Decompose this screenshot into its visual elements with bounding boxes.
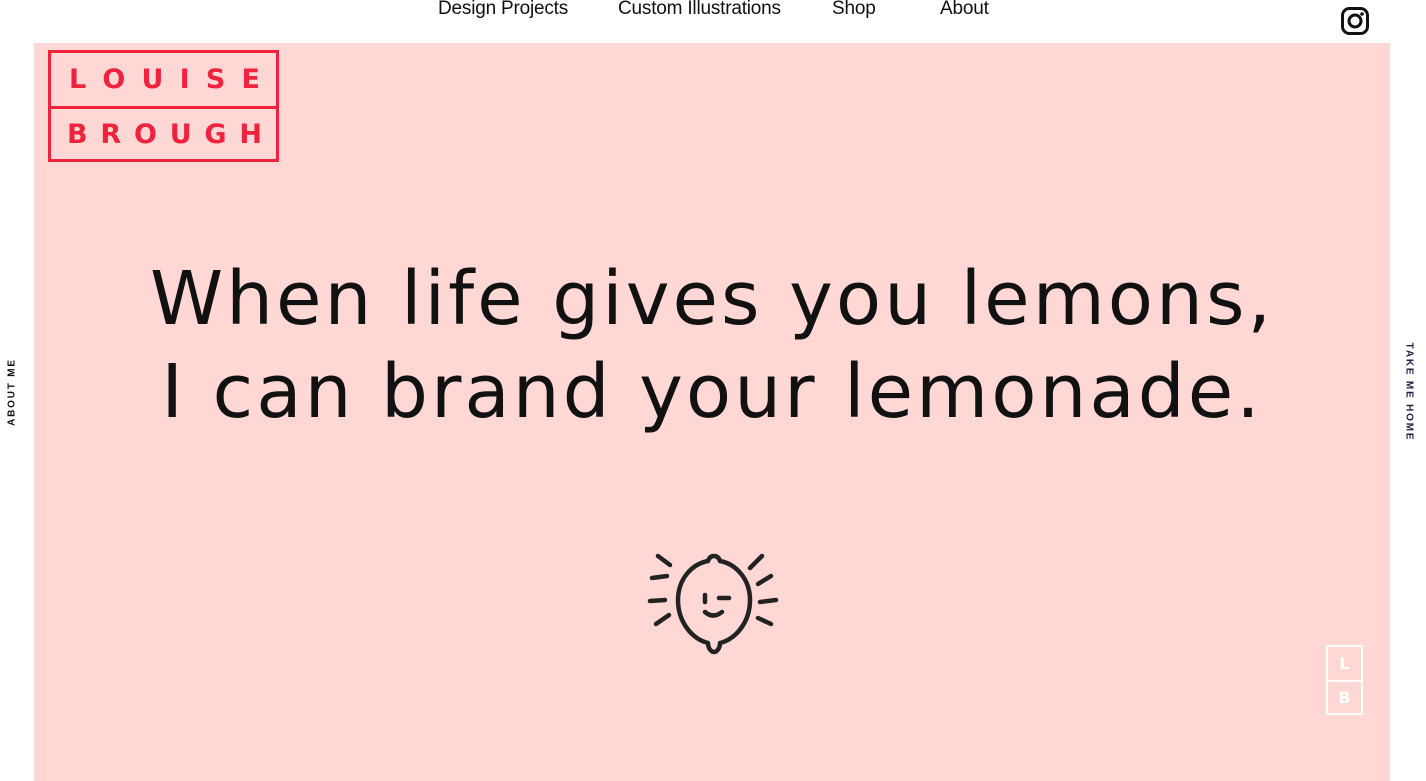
logo-letter: S <box>205 64 226 95</box>
monogram-letter-top: L <box>1339 654 1350 673</box>
hero-section: L O U I S E B R O U G H When life gives … <box>34 43 1390 781</box>
logo-letter: O <box>102 64 126 95</box>
louise-brough-logo[interactable]: L O U I S E B R O U G H <box>48 50 279 162</box>
logo-letter: E <box>241 64 260 95</box>
logo-letter: O <box>133 118 157 150</box>
nav-link-design-projects[interactable]: Design Projects <box>438 0 568 20</box>
nav-link-shop[interactable]: Shop <box>832 0 876 20</box>
logo-letter: I <box>179 64 190 95</box>
nav-link-about[interactable]: About <box>940 0 989 20</box>
lb-monogram-logo[interactable]: L B <box>1326 645 1363 715</box>
headline-line-2: I can brand your lemonade. <box>161 349 1263 435</box>
logo-letter: B <box>67 118 88 150</box>
logo-letter: U <box>169 118 192 150</box>
headline-line-1: When life gives you lemons, <box>149 256 1275 342</box>
winking-lemon-icon <box>647 553 779 655</box>
logo-letter: U <box>141 64 164 95</box>
top-navigation: Design Projects Custom Illustrations Sho… <box>0 0 1426 22</box>
logo-last-name: B R O U G H <box>51 106 276 159</box>
about-me-side-link[interactable]: ABOUT ME <box>7 358 18 426</box>
logo-letter: R <box>100 118 122 150</box>
nav-link-custom-illustrations[interactable]: Custom Illustrations <box>618 0 781 20</box>
take-me-home-side-link[interactable]: TAKE ME HOME <box>1404 343 1415 442</box>
logo-letter: L <box>69 64 87 95</box>
logo-first-name: L O U I S E <box>51 53 276 106</box>
logo-letter: H <box>239 118 262 150</box>
hero-headline: When life gives you lemons, I can brand … <box>34 253 1390 439</box>
monogram-letter-bottom: B <box>1328 680 1361 713</box>
instagram-icon[interactable] <box>1340 6 1370 36</box>
logo-letter: G <box>204 118 227 150</box>
